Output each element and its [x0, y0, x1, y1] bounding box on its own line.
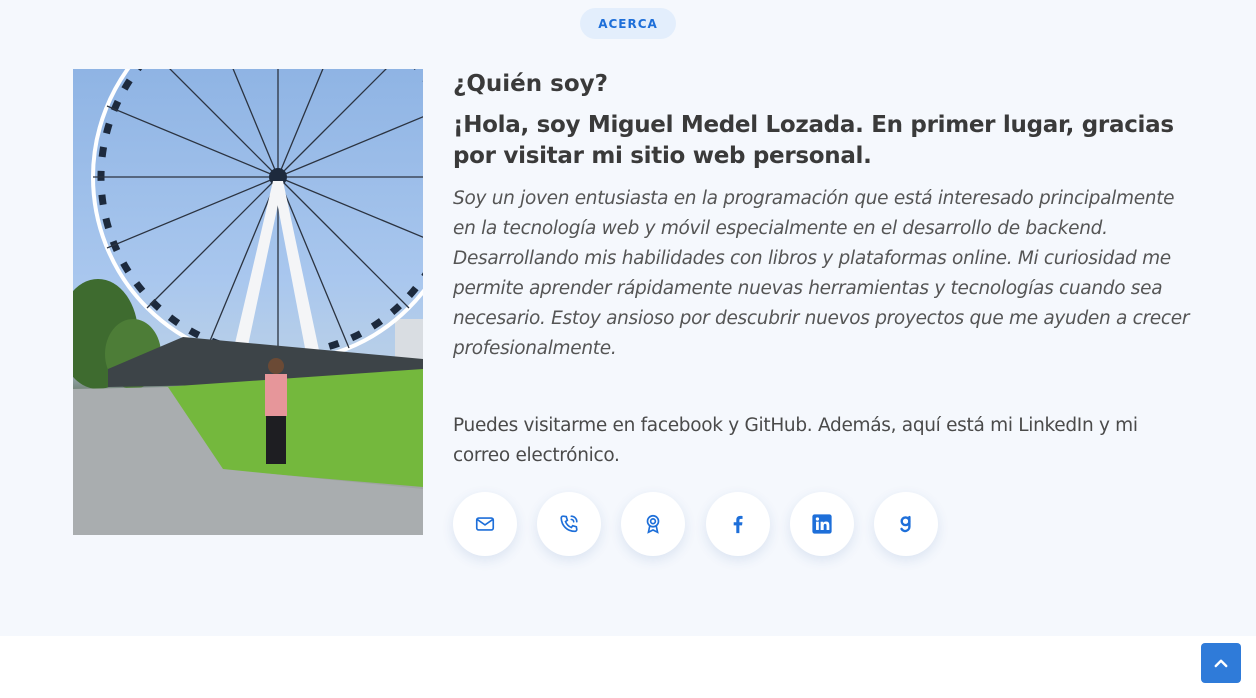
- goodreads-button[interactable]: [874, 492, 938, 556]
- about-content: ¿Quién soy? ¡Hola, soy Miguel Medel Loza…: [453, 68, 1193, 466]
- facebook-icon: [733, 515, 743, 534]
- mail-button[interactable]: [453, 492, 517, 556]
- social-links: [453, 492, 953, 558]
- mail-icon: [475, 517, 495, 531]
- goodreads-icon: [900, 515, 911, 533]
- linkedin-icon: [812, 514, 832, 534]
- greeting-heading: ¡Hola, soy Miguel Medel Lozada. En prime…: [453, 112, 1174, 169]
- facebook-button[interactable]: [706, 492, 770, 556]
- award-button[interactable]: [621, 492, 685, 556]
- linkedin-button[interactable]: [790, 492, 854, 556]
- section-label: ACERCA: [580, 8, 676, 39]
- phone-icon: [560, 515, 578, 533]
- award-icon: [646, 514, 660, 534]
- back-to-top-button[interactable]: [1201, 643, 1241, 683]
- profile-photo: [73, 69, 423, 535]
- about-section: ACERCA ¿Quién soy? ¡Hola, soy Miguel Med…: [0, 0, 1256, 636]
- bio-paragraph: Soy un joven entusiasta en la programaci…: [453, 188, 1190, 359]
- phone-button[interactable]: [537, 492, 601, 556]
- chevron-up-icon: [1214, 659, 1228, 668]
- about-heading: ¿Quién soy?: [453, 71, 608, 97]
- visit-paragraph: Puedes visitarme en facebook y GitHub. A…: [453, 415, 1138, 466]
